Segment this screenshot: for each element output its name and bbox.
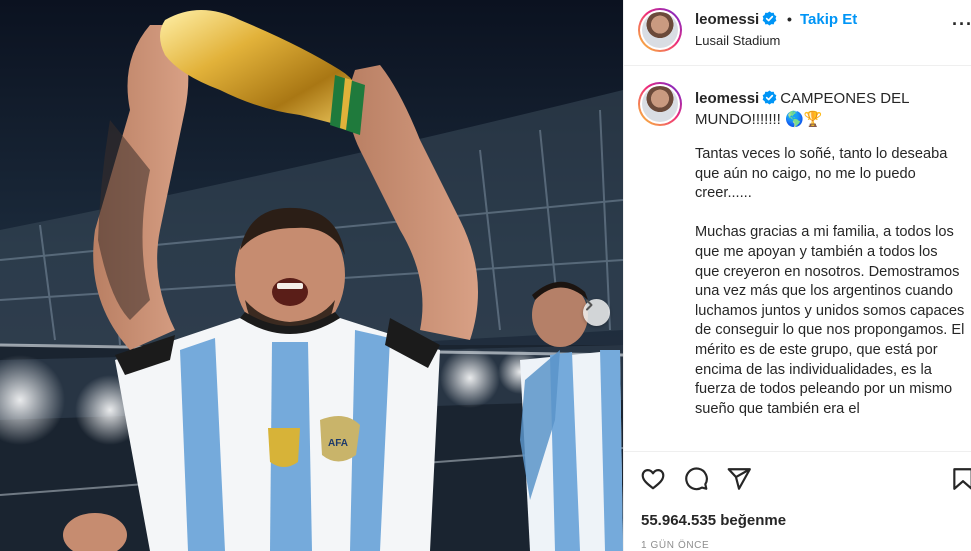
profile-picture: [642, 12, 678, 48]
comment-icon[interactable]: [683, 466, 709, 492]
verified-badge-icon: [762, 90, 777, 105]
caption-avatar[interactable]: [638, 82, 682, 126]
caption-text: Tantas veces lo soñé, tanto lo deseaba q…: [695, 146, 965, 417]
caption-section: leomessi CAMPEONES DEL MUNDO!!!!!!! 🌎🏆 T…: [624, 67, 971, 451]
post-timestamp[interactable]: 1 GÜN ÖNCE: [641, 540, 709, 551]
avatar[interactable]: [638, 8, 682, 52]
post-sidebar: leomessi • Takip Et Lusail Stadium ··· l…: [623, 0, 971, 551]
follow-button[interactable]: Takip Et: [800, 11, 857, 28]
caption-username[interactable]: leomessi: [695, 90, 777, 107]
send-icon[interactable]: [726, 466, 752, 492]
svg-text:AFA: AFA: [328, 438, 348, 449]
caption-header: leomessi CAMPEONES DEL MUNDO!!!!!!! 🌎🏆: [695, 88, 955, 130]
carousel-next-button[interactable]: [583, 299, 610, 326]
location-link[interactable]: Lusail Stadium: [695, 33, 780, 48]
action-bar: [624, 451, 971, 507]
username-link[interactable]: leomessi: [695, 11, 777, 28]
likes-count[interactable]: 55.964.535 beğenme: [641, 512, 786, 529]
post-header: leomessi • Takip Et Lusail Stadium ···: [624, 0, 971, 66]
separator-dot: •: [787, 11, 792, 27]
post-photo[interactable]: AFA: [0, 0, 623, 551]
verified-badge-icon: [762, 11, 777, 26]
username-text: leomessi: [695, 11, 760, 28]
profile-picture: [642, 86, 678, 122]
more-options-button[interactable]: ···: [952, 14, 971, 35]
heart-icon[interactable]: [640, 466, 666, 492]
photo-illustration: AFA: [0, 0, 623, 551]
chevron-right-icon: [586, 299, 593, 311]
instagram-post: AFA leomessi • Takip Et Lusail Stadium ·…: [0, 0, 971, 551]
bookmark-icon[interactable]: [950, 466, 971, 492]
